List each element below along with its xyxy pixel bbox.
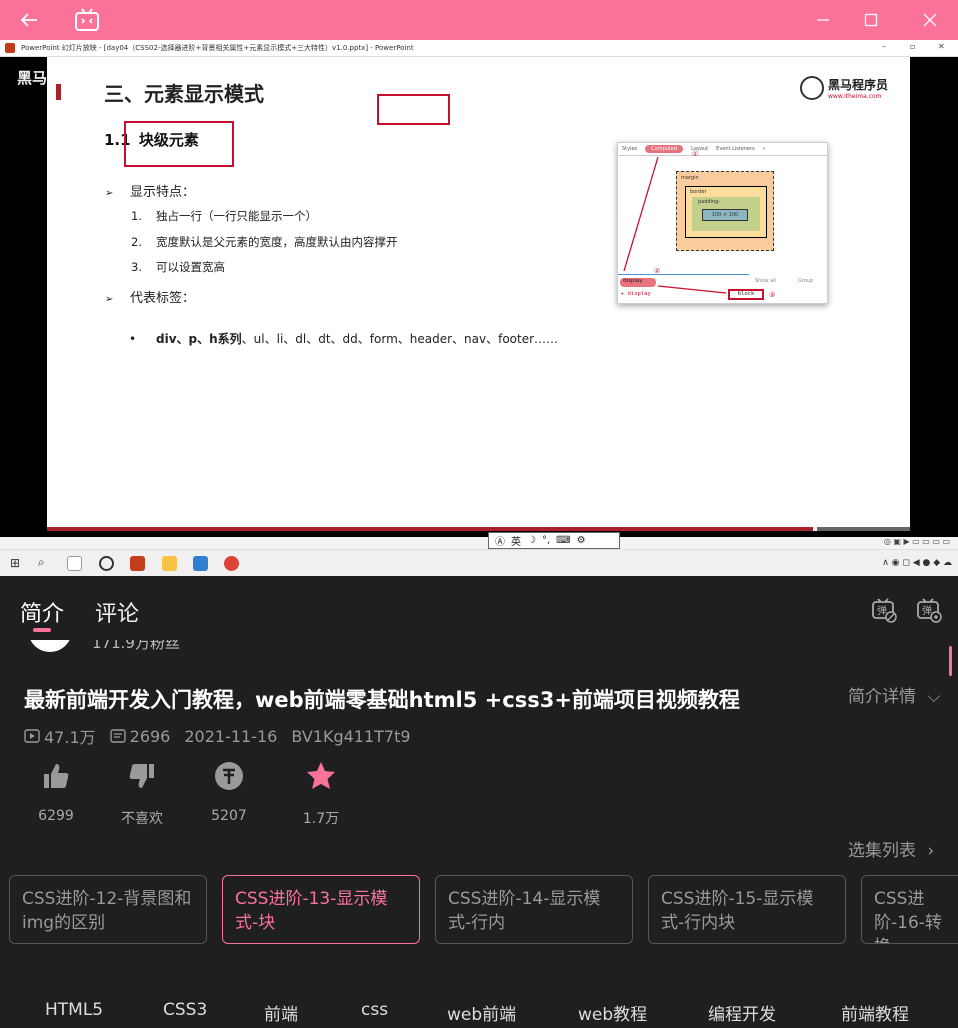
slide-heading: 三、元素显示模式 <box>104 82 264 106</box>
chrome-icon <box>224 556 239 571</box>
tag-item[interactable]: CSS3 <box>163 1000 207 1020</box>
episode-list-link[interactable]: 选集列表 › <box>848 836 934 861</box>
svg-text:弹: 弹 <box>922 604 932 617</box>
slideshow-controls-icon: ◎ ▣ ▶ ▭ ▭ ▭ ▭ <box>883 537 950 546</box>
tag-item[interactable]: 前端教程 <box>841 1000 909 1025</box>
tag-item[interactable]: web前端 <box>447 1000 516 1025</box>
svg-text:弹: 弹 <box>877 604 887 617</box>
danmaku-settings-icon[interactable]: 弹 <box>916 597 942 623</box>
punctuation-icon: °, <box>541 535 551 546</box>
system-tray-icon: ∧ ◉ ◻ ◀ ● ◆ ☁ <box>882 558 952 568</box>
bilibili-tv-icon[interactable] <box>72 0 102 40</box>
tag-item[interactable]: 编程开发 <box>708 1000 776 1025</box>
dislike-icon <box>129 764 154 788</box>
favorite-button[interactable]: 1.7万 <box>281 760 361 828</box>
annotation-box <box>377 94 450 125</box>
list-item: 1. 独占一行（一行只能显示一个） <box>131 209 317 223</box>
tag-list: • div、p、h系列、ul、li、dl、dt、dd、form、header、na… <box>129 332 559 346</box>
active-tab-indicator <box>33 628 51 632</box>
video-title: 最新前端开发入门教程，web前端零基础html5 +css3+前端项目视频教程 <box>24 688 740 712</box>
danmaku-count-icon <box>109 729 126 743</box>
tag-item[interactable]: 前端 <box>264 1000 298 1025</box>
watermark: 黑马 <box>17 69 48 87</box>
keyboard-icon: ⌨ <box>556 535 571 546</box>
avatar[interactable] <box>28 640 72 652</box>
logo-mark-icon <box>800 76 824 100</box>
intro-detail-button[interactable]: 简介详情 ⌵ <box>848 682 940 707</box>
file-icon <box>67 556 82 571</box>
app-title-bar <box>0 0 958 40</box>
dot-bullet-icon: • <box>129 332 137 346</box>
presentation-slide: 三、元素显示模式 1.1 块级元素 ➢ 显示特点： 1. 独占一行（一行只能显示一个… <box>47 57 910 531</box>
ime-toolbar: Ⓐ 英 ☽ °, ⌨ ⚙ <box>488 532 620 549</box>
like-icon <box>44 764 69 788</box>
episode-card[interactable]: CSS进阶-14-显示模式-行内 <box>435 875 633 944</box>
slide-accent-mark <box>56 84 61 100</box>
scrollbar[interactable] <box>949 646 952 676</box>
play-count-icon <box>24 729 40 743</box>
detail-tab-bar: 简介 评论 <box>0 576 958 640</box>
back-arrow-icon[interactable] <box>12 0 46 40</box>
coin-icon <box>215 762 243 790</box>
fans-count: 171.9万粉丝 <box>92 640 180 652</box>
minimize-icon[interactable] <box>808 0 838 40</box>
restore-icon: ▫ <box>910 42 916 51</box>
list-item: 3. 可以设置宽高 <box>131 260 225 274</box>
like-button[interactable]: 6299 <box>16 760 96 824</box>
ime-logo-icon: Ⓐ <box>495 537 505 548</box>
video-player[interactable]: PowerPoint 幻灯片放映 - [day04（CSS02-选择器进阶+背景… <box>0 40 958 576</box>
video-meta: 47.1万 2696 2021-11-16 BV1Kg411T7t9 <box>24 724 411 748</box>
dislike-button[interactable]: 不喜欢 <box>102 760 182 828</box>
maximize-icon[interactable] <box>856 0 886 40</box>
slide-red-bar <box>47 527 813 531</box>
itheima-logo: 黑马程序员 www.itheima.com <box>800 76 888 100</box>
windows-taskbar: ⊞ ⌕ ∧ ◉ ◻ ◀ ● ◆ ☁ <box>0 549 958 576</box>
episode-card[interactable]: CSS进阶-12-背景图和img的区别 <box>9 875 207 944</box>
slide-grey-bar <box>817 527 910 531</box>
star-icon <box>307 762 335 789</box>
tab-comments[interactable]: 评论 <box>95 596 139 628</box>
arrow-bullet-icon: ➢ <box>105 294 114 305</box>
tag-item[interactable]: web教程 <box>578 1000 647 1025</box>
folder-icon <box>162 556 177 571</box>
bullet-display-features: ➢ 显示特点： <box>105 185 196 200</box>
settings-icon: ⚙ <box>576 535 586 546</box>
video-intro-panel: 171.9万粉丝 最新前端开发入门教程，web前端零基础html5 +css3+… <box>0 640 958 1028</box>
episode-card[interactable]: CSS进阶-16-转换 <box>861 875 958 944</box>
minimize-icon: – <box>882 42 886 51</box>
annotation-box <box>124 121 234 167</box>
arrow-bullet-icon: ➢ <box>105 188 114 199</box>
search-icon: ⌕ <box>38 555 45 569</box>
vscode-icon <box>193 556 208 571</box>
powerpoint-status-bar: ◎ ▣ ▶ ▭ ▭ ▭ ▭ <box>0 537 958 549</box>
list-item: 2. 宽度默认是父元素的宽度，高度默认由内容撑开 <box>131 235 398 249</box>
powerpoint-icon <box>5 43 15 53</box>
episode-card-active[interactable]: CSS进阶-13-显示模式-块 <box>222 875 420 944</box>
devtools-screenshot: Styles Computed Layout Event Listeners »… <box>617 142 828 304</box>
powerpoint-icon <box>130 556 145 571</box>
powerpoint-title-bar: PowerPoint 幻灯片放映 - [day04（CSS02-选择器进阶+背景… <box>0 40 958 57</box>
bullet-representative-tags: ➢ 代表标签： <box>105 291 196 306</box>
close-icon[interactable] <box>912 0 948 40</box>
close-icon: ✕ <box>938 42 945 51</box>
coin-button[interactable]: 5207 <box>189 760 269 824</box>
tag-item[interactable]: HTML5 <box>45 1000 103 1020</box>
window-title: PowerPoint 幻灯片放映 - [day04（CSS02-选择器进阶+背景… <box>21 44 414 52</box>
episode-card[interactable]: CSS进阶-15-显示模式-行内块 <box>648 875 846 944</box>
chevron-right-icon: › <box>927 841 935 861</box>
tab-intro[interactable]: 简介 <box>20 596 64 628</box>
clock-icon <box>99 556 114 571</box>
moon-icon: ☽ <box>527 535 536 546</box>
windows-start-icon: ⊞ <box>10 556 21 570</box>
tag-item[interactable]: css <box>361 1000 388 1020</box>
danmaku-off-icon[interactable]: 弹 <box>871 597 897 623</box>
chevron-down-icon: ⌵ <box>927 687 941 707</box>
